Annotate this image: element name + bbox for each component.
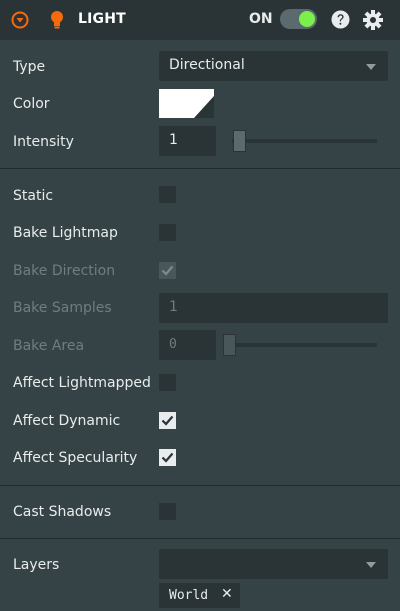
bake-direction-checkbox	[159, 262, 176, 279]
panel-title: LIGHT	[78, 11, 126, 27]
bake-lightmap-label: Bake Lightmap	[13, 225, 118, 241]
affect-specularity-label: Affect Specularity	[13, 450, 138, 466]
type-label: Type	[13, 59, 46, 75]
bake-area-value: 0	[169, 337, 177, 352]
toggle-label: ON	[249, 11, 273, 27]
affect-dynamic-checkbox[interactable]	[159, 412, 176, 429]
remove-tag-icon[interactable]: ✕	[221, 586, 233, 602]
lightbulb-icon	[51, 11, 63, 29]
affect-lightmapped-label: Affect Lightmapped	[13, 375, 151, 391]
chevron-down-icon	[366, 64, 376, 70]
cast-shadows-label: Cast Shadows	[13, 504, 112, 520]
layers-dropdown[interactable]	[159, 549, 388, 579]
check-icon	[161, 265, 174, 276]
help-icon[interactable]	[331, 10, 350, 29]
chevron-down-icon	[366, 562, 376, 568]
enable-toggle[interactable]	[280, 9, 317, 29]
static-checkbox[interactable]	[159, 186, 176, 203]
affect-lightmapped-checkbox[interactable]	[159, 374, 176, 391]
check-icon	[161, 415, 174, 426]
layers-label: Layers	[13, 557, 60, 573]
bake-samples-label: Bake Samples	[13, 300, 112, 316]
bake-area-slider-handle	[223, 334, 236, 356]
color-label: Color	[13, 96, 50, 112]
type-dropdown[interactable]: Directional	[159, 51, 388, 81]
section-divider	[0, 485, 400, 486]
bake-area-input: 0	[159, 330, 216, 360]
intensity-input[interactable]: 1	[159, 126, 216, 156]
intensity-slider-track[interactable]	[232, 139, 377, 143]
bake-direction-label: Bake Direction	[13, 263, 116, 279]
bake-area-slider-track	[232, 343, 377, 347]
gear-icon[interactable]	[363, 10, 383, 30]
check-icon	[161, 452, 174, 463]
type-value: Directional	[169, 57, 245, 73]
collapse-icon[interactable]	[11, 11, 29, 29]
color-swatch[interactable]	[159, 89, 214, 118]
bake-samples-value: 1	[169, 299, 178, 315]
intensity-value: 1	[169, 132, 178, 148]
panel-header: LIGHT ON	[0, 0, 400, 40]
intensity-slider-handle[interactable]	[233, 130, 246, 152]
bake-lightmap-checkbox[interactable]	[159, 224, 176, 241]
layer-tag: World ✕	[159, 583, 240, 608]
affect-dynamic-label: Affect Dynamic	[13, 413, 121, 429]
bake-samples-input: 1	[159, 293, 388, 323]
intensity-label: Intensity	[13, 134, 74, 150]
cast-shadows-checkbox[interactable]	[159, 503, 176, 520]
section-divider	[0, 538, 400, 539]
toggle-knob	[299, 11, 315, 27]
static-label: Static	[13, 188, 54, 204]
layer-tag-label: World	[169, 588, 209, 603]
swatch-corner	[194, 96, 214, 118]
bake-area-label: Bake Area	[13, 338, 85, 354]
affect-specularity-checkbox[interactable]	[159, 449, 176, 466]
section-divider	[0, 168, 400, 169]
